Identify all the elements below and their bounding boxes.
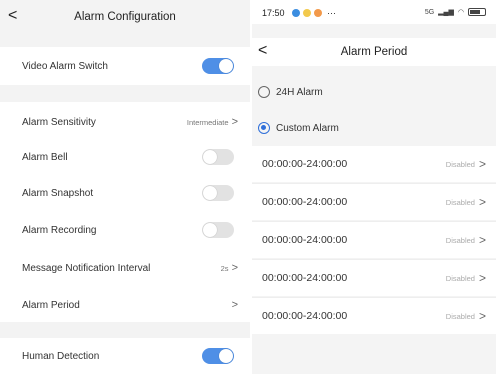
app-notification-icon	[292, 9, 300, 17]
alarm-period-row[interactable]: Alarm Period >	[0, 287, 250, 323]
period-row-4[interactable]: 00:00:00-24:00:00 Disabled >	[252, 260, 496, 296]
period-time-range: 00:00:00-24:00:00	[262, 158, 348, 170]
alarm-snapshot-row: Alarm Snapshot	[0, 175, 250, 211]
period-state: Disabled >	[446, 157, 486, 171]
alarm-bell-row: Alarm Bell	[0, 139, 250, 175]
alarm-sensitivity-row[interactable]: Alarm Sensitivity Intermediate >	[0, 104, 250, 140]
period-row-1[interactable]: 00:00:00-24:00:00 Disabled >	[252, 146, 496, 182]
alarm-sensitivity-value: Intermediate >	[186, 115, 238, 128]
left-nav-bar: < Alarm Configuration	[0, 0, 250, 32]
period-time-range: 00:00:00-24:00:00	[262, 310, 348, 322]
right-nav-bar: < Alarm Period	[252, 38, 496, 66]
alarm-period-label: Alarm Period	[22, 299, 80, 311]
toggle-knob	[203, 150, 217, 164]
alarm-period-screen: 17:50 ··· 5G ▂▄▆ ◠ < Alarm Period 24H Al…	[252, 0, 496, 374]
network-type-indicator: 5G	[424, 8, 435, 16]
status-bar: 17:50 ··· 5G ▂▄▆ ◠	[252, 0, 496, 24]
chevron-right-icon: >	[231, 115, 238, 128]
alarm-bell-label: Alarm Bell	[22, 151, 68, 163]
alarm-recording-row: Alarm Recording	[0, 212, 250, 248]
chevron-right-icon: >	[478, 271, 486, 285]
chevron-right-icon: >	[478, 233, 486, 247]
alarm-recording-toggle[interactable]	[202, 222, 234, 238]
battery-icon	[468, 8, 486, 16]
message-notification-interval-row[interactable]: Message Notification Interval 2s >	[0, 250, 250, 286]
period-time-range: 00:00:00-24:00:00	[262, 272, 348, 284]
alarm-configuration-screen: < Alarm Configuration Video Alarm Switch…	[0, 0, 250, 374]
notification-icons: ···	[292, 8, 336, 18]
chevron-right-icon: >	[231, 261, 238, 274]
video-alarm-toggle[interactable]	[202, 58, 234, 74]
page-title: Alarm Configuration	[74, 11, 176, 23]
message-notification-interval-label: Message Notification Interval	[22, 262, 151, 274]
period-state-text: Disabled	[445, 235, 475, 245]
period-time-range: 00:00:00-24:00:00	[262, 196, 348, 208]
period-state: Disabled >	[446, 271, 486, 285]
toggle-knob	[219, 349, 233, 363]
alarm-bell-toggle[interactable]	[202, 149, 234, 165]
period-row-5[interactable]: 00:00:00-24:00:00 Disabled >	[252, 298, 496, 334]
page-title: Alarm Period	[340, 46, 408, 58]
sensitivity-value-text: Intermediate	[186, 117, 229, 127]
alarm-sensitivity-label: Alarm Sensitivity	[22, 116, 96, 128]
period-time-range: 00:00:00-24:00:00	[262, 234, 348, 246]
option-24h-alarm-label: 24H Alarm	[276, 86, 323, 98]
radio-unchecked-icon[interactable]	[258, 86, 270, 98]
human-detection-row: Human Detection	[0, 338, 250, 374]
more-notifications-icon: ···	[327, 8, 336, 18]
chevron-right-icon: >	[478, 157, 486, 171]
video-alarm-card: Video Alarm Switch	[0, 47, 250, 85]
alarm-recording-label: Alarm Recording	[22, 224, 97, 236]
period-state-text: Disabled	[445, 273, 475, 283]
period-row-2[interactable]: 00:00:00-24:00:00 Disabled >	[252, 184, 496, 220]
human-detection-label: Human Detection	[22, 350, 100, 362]
alarm-settings-card: Alarm Sensitivity Intermediate > Alarm Be…	[0, 102, 250, 322]
chevron-right-icon: >	[231, 298, 238, 311]
status-time: 17:50	[262, 8, 285, 18]
interval-value-text: 2s	[220, 263, 229, 273]
period-state-text: Disabled	[445, 311, 475, 321]
toggle-knob	[219, 59, 233, 73]
period-state: Disabled >	[446, 233, 486, 247]
period-state-text: Disabled	[445, 197, 475, 207]
toggle-knob	[203, 186, 217, 200]
signal-icon: ▂▄▆	[438, 9, 454, 16]
wifi-icon: ◠	[457, 9, 464, 16]
system-status-icons: 5G ▂▄▆ ◠	[425, 8, 486, 16]
toggle-knob	[203, 223, 217, 237]
notification-interval-value: 2s >	[220, 261, 238, 274]
option-custom-alarm-label: Custom Alarm	[276, 122, 339, 134]
chevron-right-icon: >	[478, 195, 486, 209]
chevron-right-icon: >	[478, 309, 486, 323]
video-alarm-switch-row: Video Alarm Switch	[0, 48, 250, 84]
human-detection-card: Human Detection	[0, 338, 250, 374]
option-24h-alarm[interactable]: 24H Alarm	[258, 86, 323, 98]
app-notification-icon	[303, 9, 311, 17]
period-state-text: Disabled	[445, 159, 475, 169]
app-notification-icon	[314, 9, 322, 17]
alarm-snapshot-toggle[interactable]	[202, 185, 234, 201]
period-state: Disabled >	[446, 309, 486, 323]
human-detection-toggle[interactable]	[202, 348, 234, 364]
alarm-period-value: >	[229, 298, 238, 311]
period-row-3[interactable]: 00:00:00-24:00:00 Disabled >	[252, 222, 496, 258]
period-state: Disabled >	[446, 195, 486, 209]
radio-checked-icon[interactable]	[258, 122, 270, 134]
option-custom-alarm[interactable]: Custom Alarm	[258, 122, 339, 134]
video-alarm-switch-label: Video Alarm Switch	[22, 60, 108, 72]
alarm-snapshot-label: Alarm Snapshot	[22, 187, 94, 199]
